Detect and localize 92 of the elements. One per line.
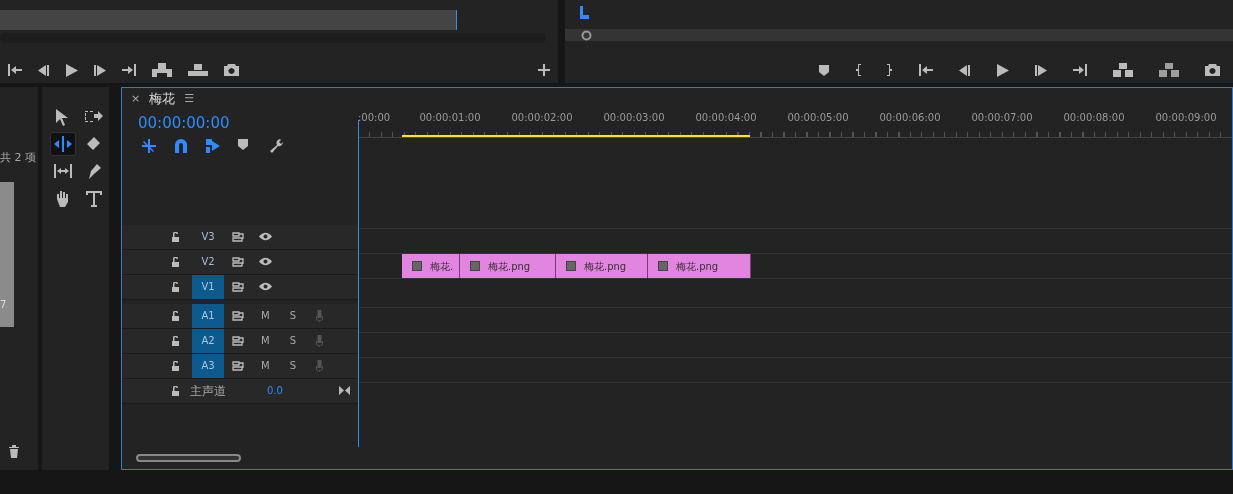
ruler-time-label: 00:00:05:00 [786, 111, 850, 125]
clip-name: 梅花. [430, 259, 454, 274]
type-icon [85, 189, 103, 207]
bracket-right-icon[interactable] [887, 64, 893, 76]
collapse-icon[interactable] [339, 386, 350, 395]
timecode[interactable]: 00:00:00:00 [122, 112, 358, 135]
ruler-time-label: 00:00:04:00 [694, 111, 758, 125]
sync-lock-icon[interactable] [232, 256, 244, 267]
trash-icon[interactable] [8, 445, 20, 458]
scroll-handle-icon[interactable] [581, 30, 592, 41]
go-to-out-icon[interactable] [122, 64, 136, 76]
master-volume-value[interactable]: 0.0 [267, 383, 283, 398]
snap-toggle[interactable] [174, 138, 188, 153]
playhead-icon[interactable] [578, 5, 590, 20]
fx-badge-icon [412, 261, 422, 271]
play-icon[interactable] [66, 63, 78, 77]
track-target-toggle[interactable]: V2 [192, 249, 224, 274]
ruler-time-label: 00:00:02:00 [510, 111, 574, 125]
sync-lock-icon[interactable] [232, 360, 244, 371]
lock-icon[interactable] [171, 310, 180, 321]
ruler-time-label: 00:00:01:00 [418, 111, 482, 125]
go-to-out-icon[interactable] [1073, 64, 1087, 76]
mute-button[interactable]: M [261, 308, 270, 323]
settings-button[interactable] [270, 138, 284, 153]
track-target-toggle[interactable]: A2 [192, 328, 224, 353]
clip-name: 梅花.png [584, 259, 627, 274]
ruler-time-label: 00:00:09:00 [1154, 111, 1218, 125]
solo-button[interactable]: S [289, 333, 296, 348]
lock-icon[interactable] [171, 360, 180, 371]
bracket-left-icon[interactable] [855, 64, 861, 76]
clip[interactable]: 梅花.png [648, 254, 751, 278]
sync-lock-icon[interactable] [232, 231, 244, 242]
ripple-edit-tool[interactable] [50, 132, 76, 156]
ruler-time-label: 00:00:03:00 [602, 111, 666, 125]
lock-icon[interactable] [171, 281, 180, 292]
thumbnail-label: 7 [0, 298, 7, 312]
panel-menu-button[interactable]: ☰ [184, 90, 195, 108]
ruler-time-label: 00:00:07:00 [970, 111, 1034, 125]
ruler-time-label: 00:00:06:00 [878, 111, 942, 125]
lock-icon[interactable] [171, 256, 180, 267]
ruler-time-label: 00:00:08:00 [1062, 111, 1126, 125]
fx-badge-icon [658, 261, 668, 271]
go-to-in-icon[interactable] [919, 64, 933, 76]
plus-icon[interactable] [538, 64, 550, 76]
sequence-tab[interactable]: 梅花 [149, 89, 176, 109]
marker-icon[interactable] [819, 64, 829, 76]
sync-lock-icon[interactable] [232, 310, 244, 321]
camera-icon[interactable] [1205, 64, 1220, 76]
clip[interactable]: 梅花.png [556, 254, 648, 278]
track-target-toggle[interactable]: A1 [192, 303, 224, 328]
fx-badge-icon [566, 261, 576, 271]
fx-badge-icon [470, 261, 480, 271]
overwrite-icon[interactable] [188, 64, 208, 76]
track-target-toggle[interactable]: A3 [192, 353, 224, 378]
mute-button[interactable]: M [261, 358, 270, 373]
sync-lock-icon[interactable] [232, 281, 244, 292]
go-to-in-icon[interactable] [8, 64, 22, 76]
thumbnail-placeholder[interactable] [0, 182, 14, 327]
lift-icon[interactable] [1113, 63, 1133, 77]
step-forward-icon[interactable] [94, 64, 106, 76]
mute-button[interactable]: M [261, 333, 270, 348]
sync-lock-icon[interactable] [232, 335, 244, 346]
ruler-time-label: :00:00 [358, 111, 392, 125]
step-forward-icon[interactable] [1035, 64, 1047, 76]
step-back-icon[interactable] [959, 64, 971, 76]
clip-name: 梅花.png [488, 259, 531, 274]
clip[interactable]: 梅花.png [460, 254, 556, 278]
play-icon[interactable] [997, 63, 1009, 77]
ripple-edit-icon [54, 135, 72, 153]
eye-icon[interactable] [259, 282, 272, 291]
track-target-toggle[interactable]: V3 [192, 224, 224, 249]
clip-name: 梅花.png [676, 259, 719, 274]
nest-toggle[interactable] [142, 138, 156, 153]
eye-icon[interactable] [259, 232, 272, 241]
close-button[interactable]: × [131, 90, 141, 108]
master-track-name: 主声道 [190, 382, 226, 400]
step-back-icon[interactable] [38, 64, 50, 76]
item-count: 共 2 项 [0, 150, 36, 166]
zoom-scroll-bar[interactable] [136, 454, 241, 462]
eye-icon[interactable] [259, 257, 272, 266]
solo-button[interactable]: S [289, 308, 296, 323]
slip-icon [54, 162, 72, 180]
clip[interactable]: 梅花. [402, 254, 460, 278]
lock-icon[interactable] [171, 335, 180, 346]
lock-icon[interactable] [171, 385, 180, 396]
extract-icon[interactable] [1159, 63, 1179, 77]
solo-button[interactable]: S [289, 358, 296, 373]
track-target-toggle[interactable]: V1 [192, 274, 224, 299]
linked-selection-toggle[interactable] [206, 138, 220, 153]
lock-icon[interactable] [171, 231, 180, 242]
camera-icon[interactable] [224, 64, 239, 76]
insert-icon[interactable] [152, 63, 172, 77]
